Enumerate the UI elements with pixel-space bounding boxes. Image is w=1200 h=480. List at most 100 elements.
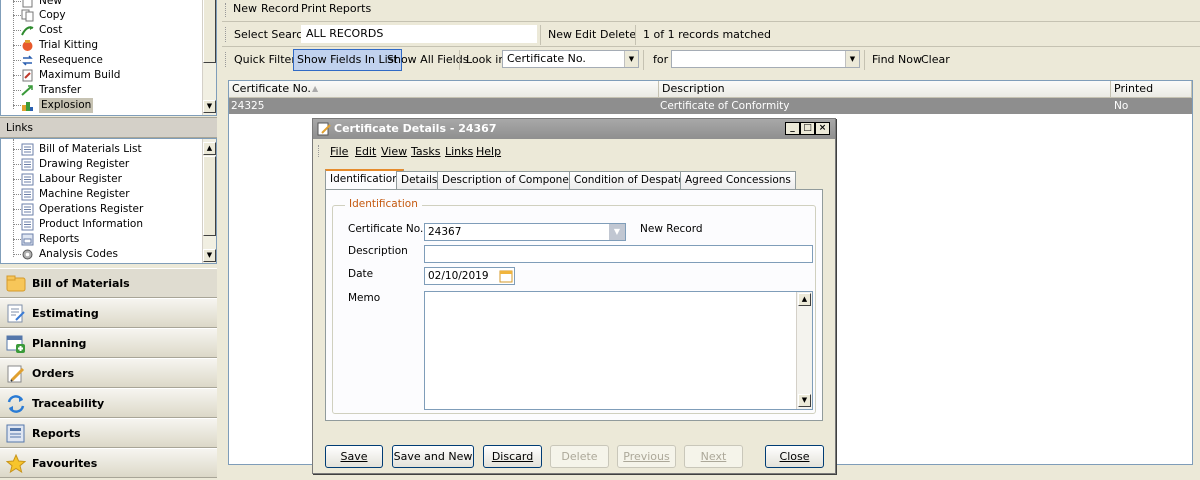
planning-icon: [6, 334, 26, 354]
column-header-certificate-no[interactable]: Certificate No. ▲: [229, 81, 659, 98]
delete-button[interactable]: Delete: [550, 445, 609, 468]
tab-condition-of-despatch[interactable]: Condition of Despatch: [569, 171, 696, 189]
clear-button[interactable]: Clear: [921, 49, 950, 71]
tree-item-labour-register[interactable]: Labour Register: [1, 172, 201, 187]
tree-item-machine-register[interactable]: Machine Register: [1, 187, 201, 202]
toolbar-separator: [540, 25, 541, 45]
tree-item-resequence[interactable]: Resequence: [1, 53, 201, 68]
search-edit-button[interactable]: Edit: [575, 24, 596, 46]
scroll-down-button[interactable]: ▼: [203, 249, 216, 262]
search-delete-button[interactable]: Delete: [600, 24, 636, 46]
quick-filter-button[interactable]: Quick Filter: [234, 49, 296, 71]
print-menu[interactable]: Print: [301, 0, 326, 20]
reports-menu[interactable]: Reports: [329, 0, 371, 20]
resequence-icon: [21, 54, 34, 67]
nav-estimating[interactable]: Estimating: [0, 298, 217, 328]
button-label: Next: [700, 450, 727, 463]
search-new-button[interactable]: New: [548, 24, 572, 46]
dialog-title-bar[interactable]: Certificate Details - 24367 _ □ ×: [313, 119, 835, 139]
nav-reports[interactable]: Reports: [0, 418, 217, 448]
menu-view[interactable]: View: [381, 145, 407, 158]
memo-scrollbar[interactable]: ▲ ▼: [796, 292, 812, 409]
scroll-down-button[interactable]: ▼: [798, 394, 811, 407]
show-all-fields-button[interactable]: Show All Fields: [387, 49, 468, 71]
tree-item-product-information[interactable]: Product Information: [1, 217, 201, 232]
previous-button[interactable]: Previous: [617, 445, 676, 468]
save-and-new-button[interactable]: Save and New: [392, 445, 474, 468]
scroll-down-button[interactable]: ▼: [203, 100, 216, 113]
document-icon: [21, 218, 34, 231]
tree-item-operations-register[interactable]: Operations Register: [1, 202, 201, 217]
tree-item-copy[interactable]: Copy: [1, 8, 201, 23]
menu-tasks[interactable]: Tasks: [411, 145, 440, 158]
nav-label: Favourites: [32, 457, 98, 470]
tab-description-of-components[interactable]: Description of Components: [437, 171, 591, 189]
calendar-icon[interactable]: [499, 269, 513, 283]
find-now-button[interactable]: Find Now: [872, 49, 922, 71]
nav-bill-of-materials[interactable]: Bill of Materials: [0, 268, 217, 298]
look-in-combo[interactable]: Certificate No. ▼: [502, 50, 639, 68]
description-input[interactable]: [424, 245, 813, 263]
new-menu[interactable]: New: [233, 0, 257, 20]
maximum-build-icon: [21, 69, 34, 82]
close-icon[interactable]: ×: [815, 122, 830, 135]
description-label: Description: [348, 245, 408, 257]
scroll-up-button[interactable]: ▲: [798, 293, 811, 306]
record-menu[interactable]: Record: [261, 0, 299, 20]
for-combo[interactable]: ▼: [671, 50, 860, 68]
nav-favourites[interactable]: Favourites: [0, 448, 217, 478]
tab-details[interactable]: Details: [396, 171, 443, 189]
nav-planning[interactable]: Planning: [0, 328, 217, 358]
nav-traceability[interactable]: Traceability: [0, 388, 217, 418]
tree-scrollbar[interactable]: ▼: [202, 0, 216, 115]
tab-agreed-concessions[interactable]: Agreed Concessions: [680, 171, 796, 189]
save-button[interactable]: Save: [325, 445, 383, 468]
select-search-combo[interactable]: ALL RECORDS: [301, 25, 537, 43]
links-scrollbar[interactable]: ▲ ▼: [202, 139, 216, 263]
scroll-up-button[interactable]: ▲: [203, 142, 216, 155]
scroll-thumb[interactable]: [203, 156, 216, 236]
date-input[interactable]: 02/10/2019: [424, 267, 515, 285]
chevron-down-icon[interactable]: ▼: [624, 51, 638, 67]
tree-item-drawing-register[interactable]: Drawing Register: [1, 157, 201, 172]
document-icon: [21, 203, 34, 216]
explosion-icon: [21, 99, 34, 112]
tree-item-maximum-build[interactable]: Maximum Build: [1, 68, 201, 83]
tab-identification[interactable]: Identification: [325, 169, 404, 190]
menu-links[interactable]: Links: [445, 145, 473, 158]
column-header-description[interactable]: Description: [659, 81, 1111, 98]
maximize-button[interactable]: □: [800, 122, 815, 135]
tree-item-transfer[interactable]: Transfer: [1, 83, 201, 98]
close-button[interactable]: Close: [765, 445, 824, 468]
menu-help[interactable]: Help: [476, 145, 501, 158]
menu-file[interactable]: File: [330, 145, 348, 158]
document-icon: [21, 188, 34, 201]
gear-icon: [21, 248, 34, 261]
memo-textarea[interactable]: ▲ ▼: [424, 291, 813, 410]
certificate-no-combo[interactable]: 24367 ▼: [424, 223, 626, 241]
menu-edit[interactable]: Edit: [355, 145, 376, 158]
next-button[interactable]: Next: [684, 445, 743, 468]
table-row[interactable]: 24325 Certificate of Conformity No: [229, 98, 1192, 114]
tree-item-bill-of-materials-list[interactable]: Bill of Materials List: [1, 142, 201, 157]
scroll-thumb[interactable]: [203, 0, 216, 63]
tree-item-label: Labour Register: [39, 173, 122, 185]
tree-item-explosion[interactable]: Explosion: [1, 98, 201, 113]
discard-button[interactable]: Discard: [483, 445, 542, 468]
button-label: Close: [779, 450, 810, 463]
tree-item-label: Product Information: [39, 218, 143, 230]
cost-icon: [21, 24, 34, 37]
chevron-down-icon[interactable]: ▼: [845, 51, 859, 67]
nav-orders[interactable]: Orders: [0, 358, 217, 388]
tree-line: [13, 209, 21, 210]
show-fields-in-list-button[interactable]: Show Fields In List: [293, 49, 402, 71]
tree-item-reports[interactable]: Reports: [1, 232, 201, 247]
tree-item-trial-kitting[interactable]: Trial Kitting: [1, 38, 201, 53]
menu-label: Help: [476, 145, 502, 158]
column-header-printed[interactable]: Printed: [1111, 81, 1192, 98]
tree-item-analysis-codes[interactable]: Analysis Codes: [1, 247, 201, 262]
traceability-icon: [6, 394, 26, 414]
minimize-button[interactable]: _: [785, 122, 800, 135]
chevron-down-icon[interactable]: ▼: [609, 224, 625, 240]
tree-item-cost[interactable]: Cost: [1, 23, 201, 38]
